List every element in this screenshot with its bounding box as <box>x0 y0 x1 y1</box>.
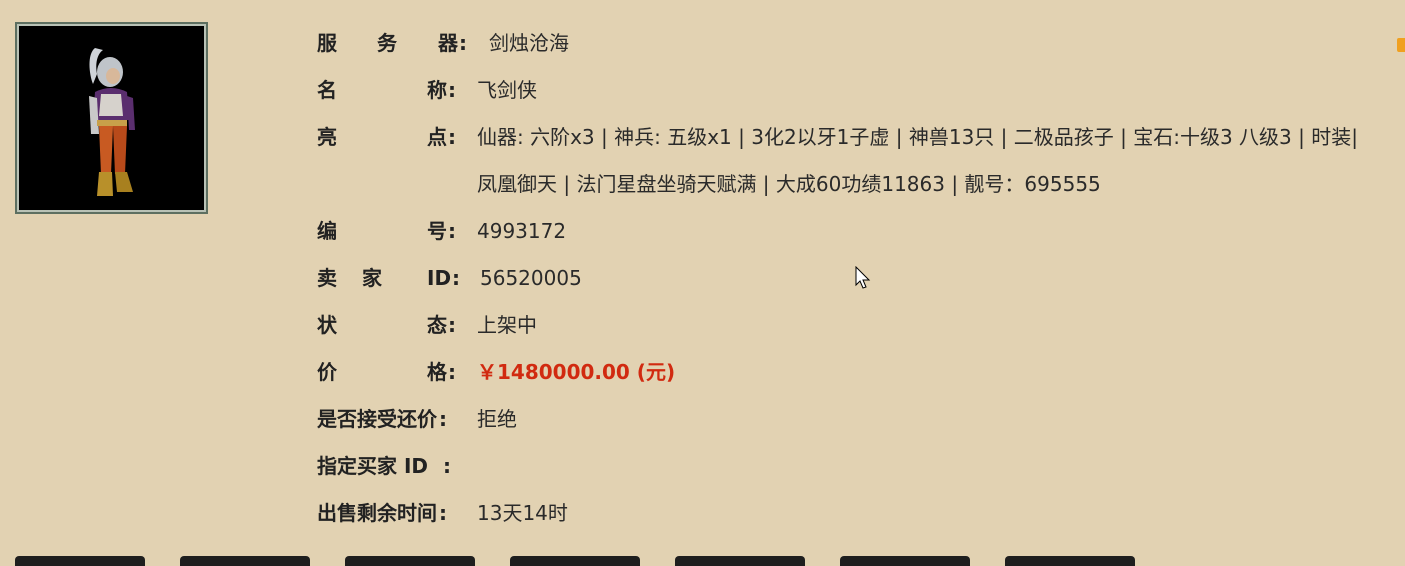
bottom-button-7[interactable] <box>1005 556 1135 566</box>
highlights-line-1: 仙器: 六阶x3 | 神兵: 五级x1 | 3化2以牙1子虚 | 神兽13只 |… <box>477 125 1358 149</box>
bottom-button-5[interactable] <box>675 556 805 566</box>
server-value: 剑烛沧海 <box>489 31 569 55</box>
status-value: 上架中 <box>477 313 537 337</box>
bottom-button-4[interactable] <box>510 556 640 566</box>
counter-offer-value: 拒绝 <box>477 407 517 431</box>
seller-id-value: 56520005 <box>480 266 582 290</box>
character-avatar <box>15 22 208 214</box>
bottom-button-6[interactable] <box>840 556 970 566</box>
remaining-time-value: 13天14时 <box>477 501 568 525</box>
bottom-button-1[interactable] <box>15 556 145 566</box>
name-value: 飞剑侠 <box>477 78 537 102</box>
number-value: 4993172 <box>477 219 567 243</box>
character-portrait-icon <box>89 48 135 196</box>
price-value: ￥1480000.00 (元) <box>477 360 676 384</box>
orange-tab-icon[interactable] <box>1397 38 1405 52</box>
mouse-pointer-icon <box>855 266 871 289</box>
bottom-button-2[interactable] <box>180 556 310 566</box>
highlights-line-2: 凤凰御天 | 法门星盘坐骑天赋满 | 大成60功绩11863 | 靓号：6955… <box>477 172 1101 196</box>
bottom-button-3[interactable] <box>345 556 475 566</box>
